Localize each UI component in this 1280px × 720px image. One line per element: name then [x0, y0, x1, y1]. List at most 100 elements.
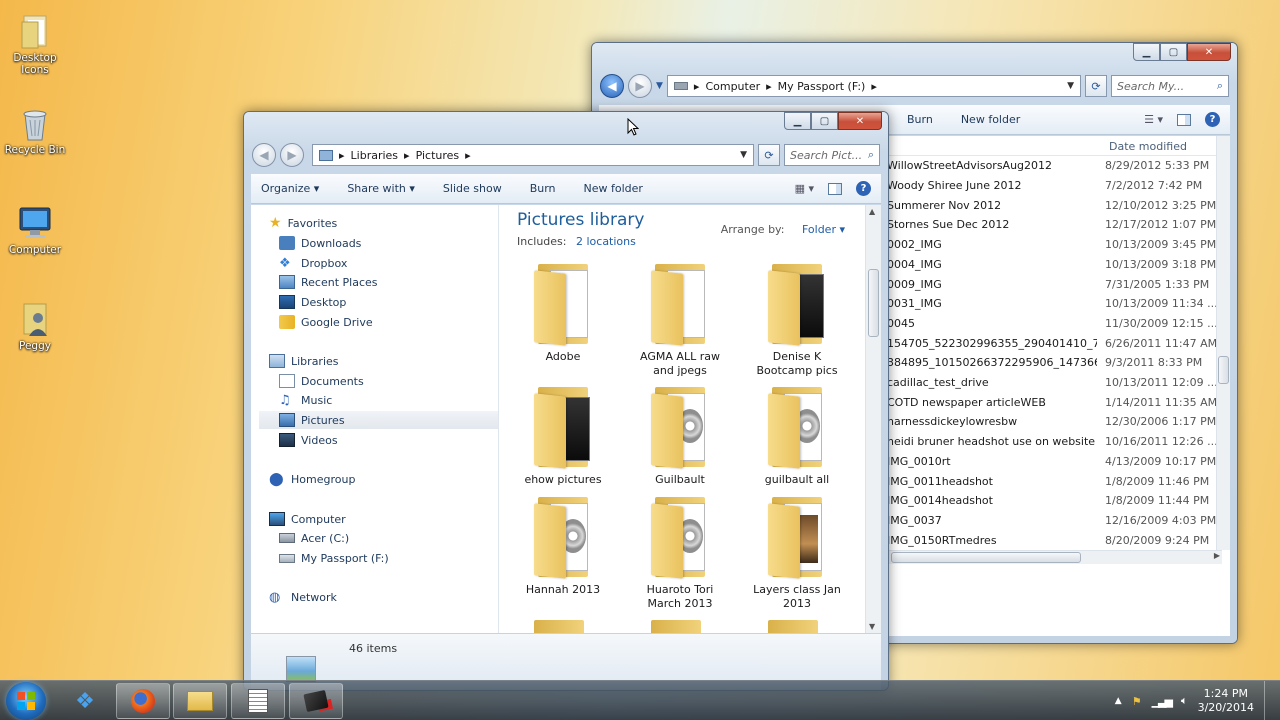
nav-item-music[interactable]: ♫ Music	[279, 391, 332, 409]
horizontal-scrollbar[interactable]: ▶	[887, 550, 1222, 564]
table-row[interactable]: 0002_IMG 10/13/2009 3:45 PM	[887, 235, 1216, 255]
desktop-icon-desktop-icons[interactable]: Desktop Icons	[4, 12, 66, 76]
table-row[interactable]: Stornes Sue Dec 2012 12/17/2012 1:07 PM	[887, 215, 1216, 235]
folder-item[interactable]: Layers class Jan 2013	[747, 493, 847, 611]
forward-button[interactable]: ▶	[628, 74, 652, 98]
table-row[interactable]: COTD newspaper articleWEB 1/14/2011 11:35…	[887, 392, 1217, 412]
preview-pane-icon[interactable]	[828, 182, 842, 195]
close-button[interactable]: ✕	[1187, 43, 1231, 61]
table-row[interactable]: 0045 11/30/2009 12:15 ...	[887, 314, 1218, 334]
network-icon[interactable]: ▁▃▅	[1152, 695, 1173, 708]
change-view-icon[interactable]: ▦ ▾	[795, 182, 814, 195]
start-button[interactable]	[6, 682, 46, 720]
breadcrumb-libraries[interactable]: Libraries	[351, 149, 399, 162]
taskbar-document[interactable]	[231, 683, 285, 719]
nav-libraries[interactable]: Libraries	[269, 352, 339, 370]
table-row[interactable]: IMG_0010rt 4/13/2009 10:17 PM	[887, 452, 1216, 472]
breadcrumb-pictures[interactable]: Pictures	[416, 149, 460, 162]
folder-icon[interactable]	[534, 620, 584, 633]
help-icon[interactable]: ?	[1205, 112, 1220, 127]
address-bar[interactable]: ▸ Libraries ▸ Pictures ▸ ▼	[312, 144, 754, 166]
nav-favorites[interactable]: ★ Favorites	[269, 214, 337, 232]
organize-button[interactable]: Organize ▾	[261, 182, 319, 195]
taskbar-explorer[interactable]	[173, 683, 227, 719]
folder-item[interactable]: Huaroto Tori March 2013	[630, 493, 730, 611]
nav-computer[interactable]: Computer	[269, 510, 346, 528]
table-row[interactable]: cadillac_test_drive 10/13/2011 12:09 ...	[887, 373, 1218, 393]
help-icon[interactable]: ?	[856, 181, 871, 196]
forward-button[interactable]: ▶	[280, 143, 304, 167]
preview-pane-icon[interactable]	[1177, 113, 1191, 126]
new-folder-button[interactable]: New folder	[961, 113, 1020, 126]
search-input[interactable]: Search Pict... ⌕	[784, 144, 880, 166]
burn-button[interactable]: Burn	[530, 182, 556, 195]
table-row[interactable]: IMG_0011headshot 1/8/2009 11:46 PM	[887, 471, 1214, 491]
action-center-icon[interactable]: ⚑	[1132, 695, 1142, 708]
minimize-button[interactable]: ▁	[1133, 43, 1160, 61]
nav-item-downloads[interactable]: Downloads	[279, 234, 361, 252]
table-row[interactable]: Woody Shiree June 2012 7/2/2012 7:42 PM	[887, 176, 1214, 196]
refresh-button[interactable]: ⟳	[758, 144, 780, 166]
clock[interactable]: 1:24 PM 3/20/2014	[1198, 687, 1254, 715]
table-row[interactable]: harnessdickeylowresbw 12/30/2006 1:17 PM	[887, 412, 1216, 432]
folder-item[interactable]: Adobe	[513, 260, 613, 364]
nav-item-dropbox[interactable]: ❖ Dropbox	[279, 254, 347, 272]
refresh-button[interactable]: ⟳	[1085, 75, 1107, 97]
folder-item[interactable]: Guilbault	[630, 383, 730, 487]
share-with-button[interactable]: Share with ▾	[347, 182, 415, 195]
taskbar-media[interactable]	[289, 683, 343, 719]
table-row[interactable]: 0004_IMG 10/13/2009 3:18 PM	[887, 255, 1216, 275]
maximize-button[interactable]: ▢	[811, 112, 838, 130]
table-row[interactable]: IMG_0014headshot 1/8/2009 11:44 PM	[887, 491, 1214, 511]
view-options-icon[interactable]: ☰ ▾	[1144, 113, 1163, 126]
arrange-by-dropdown[interactable]: Folder ▾	[802, 223, 845, 236]
burn-button[interactable]: Burn	[907, 113, 933, 126]
show-hidden-icons-icon[interactable]: ▲	[1115, 696, 1122, 706]
table-row[interactable]: 0031_IMG 10/13/2009 11:34 ...	[887, 294, 1218, 314]
nav-item-recent-places[interactable]: Recent Places	[279, 273, 378, 291]
nav-item-my-passport[interactable]: My Passport (F:)	[279, 549, 389, 567]
table-row[interactable]: heidi bruner headshot use on website 10/1…	[887, 432, 1218, 452]
vertical-scrollbar[interactable]	[1216, 136, 1230, 550]
breadcrumb-computer[interactable]: Computer	[705, 80, 760, 93]
minimize-button[interactable]: ▁	[784, 112, 811, 130]
folder-icon[interactable]	[768, 620, 818, 633]
desktop-icon-peggy[interactable]: Peggy	[4, 300, 66, 352]
table-row[interactable]: Summerer Nov 2012 12/10/2012 3:25 PM	[887, 195, 1216, 215]
slide-show-button[interactable]: Slide show	[443, 182, 502, 195]
taskbar-firefox[interactable]	[116, 683, 170, 719]
address-bar[interactable]: ▸ Computer ▸ My Passport (F:) ▸ ▼	[666, 75, 1081, 97]
folder-item[interactable]: guilbault all	[747, 383, 847, 487]
explorer-window-pictures[interactable]: ▁ ▢ ✕ ◀ ▶ ▸ Libraries ▸ Pictures ▸ ▼ ⟳ S…	[243, 111, 889, 691]
nav-item-pictures[interactable]: Pictures	[259, 411, 498, 429]
table-row[interactable]: IMG_0150RTmedres 8/20/2009 9:24 PM	[887, 530, 1214, 550]
volume-icon[interactable]: 🔈︎	[1181, 694, 1188, 708]
vertical-scrollbar[interactable]: ▲ ▼	[865, 205, 881, 633]
show-desktop-button[interactable]	[1264, 681, 1274, 720]
nav-item-google-drive[interactable]: Google Drive	[279, 313, 373, 331]
table-row[interactable]: 384895_10150266372295906_14736605090... 9…	[887, 353, 1214, 373]
table-row[interactable]: 0009_IMG 7/31/2005 1:33 PM	[887, 274, 1214, 294]
nav-item-desktop[interactable]: Desktop	[279, 293, 346, 311]
search-input[interactable]: Search My... ⌕	[1111, 75, 1229, 97]
folder-item[interactable]: AGMA ALL raw and jpegs	[630, 260, 730, 378]
desktop-icon-computer[interactable]: Computer	[4, 204, 66, 256]
nav-homegroup[interactable]: ⬤ Homegroup	[269, 470, 355, 488]
table-row[interactable]: 154705_522302996355_290401410_795695_...…	[887, 333, 1217, 353]
folder-icon[interactable]	[651, 620, 701, 633]
nav-item-acer-c[interactable]: Acer (C:)	[279, 529, 349, 547]
column-date-modified[interactable]: Date modified	[1109, 140, 1187, 153]
nav-item-documents[interactable]: Documents	[279, 372, 364, 390]
folder-item[interactable]: ehow pictures	[513, 383, 613, 487]
back-button[interactable]: ◀	[600, 74, 624, 98]
breadcrumb-my-passport[interactable]: My Passport (F:)	[778, 80, 866, 93]
desktop-icon-recycle-bin[interactable]: Recycle Bin	[4, 104, 66, 156]
address-dropdown-icon[interactable]: ▼	[740, 150, 747, 160]
maximize-button[interactable]: ▢	[1160, 43, 1187, 61]
close-button[interactable]: ✕	[838, 112, 882, 130]
table-row[interactable]: IMG_0037 12/16/2009 4:03 PM	[887, 511, 1216, 531]
back-button[interactable]: ◀	[252, 143, 276, 167]
table-row[interactable]: WillowStreetAdvisorsAug2012 8/29/2012 5:3…	[887, 156, 1214, 176]
folder-item[interactable]: Hannah 2013	[513, 493, 613, 597]
address-dropdown-icon[interactable]: ▼	[1067, 81, 1074, 91]
